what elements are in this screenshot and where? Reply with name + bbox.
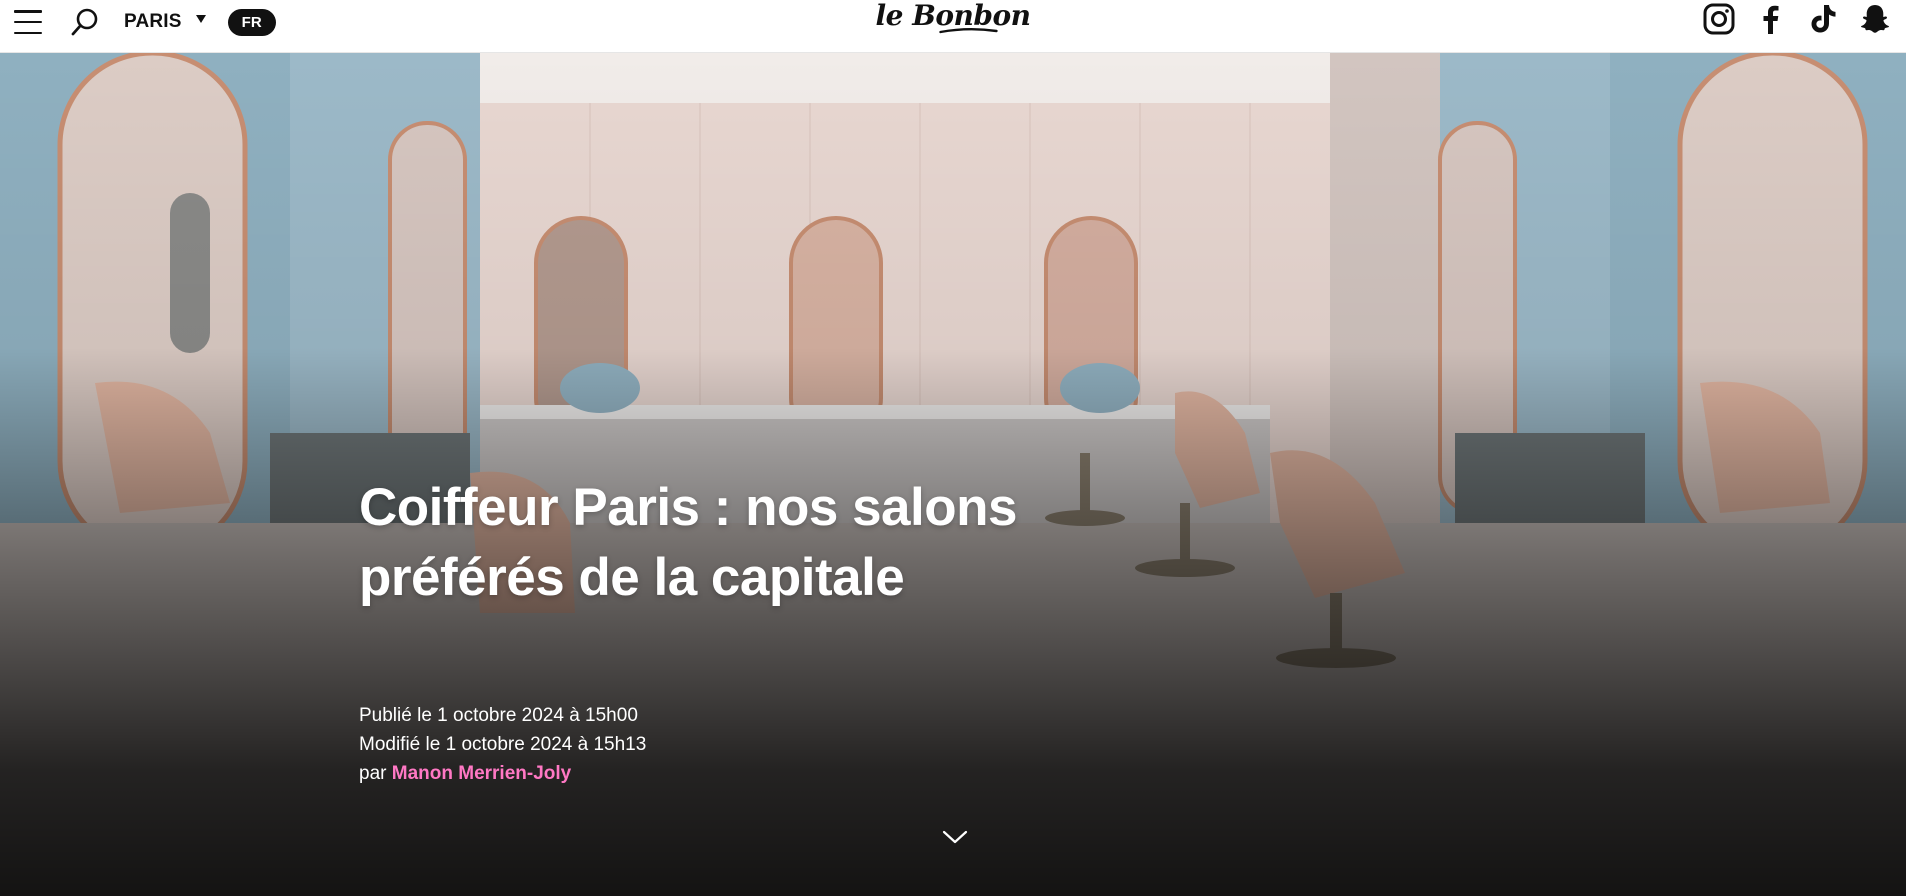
- article-title: Coiffeur Paris : nos salons préférés de …: [359, 473, 1119, 613]
- article-meta: Publié le 1 octobre 2024 à 15h00 Modifié…: [359, 701, 1119, 788]
- byline: par Manon Merrien-Joly: [359, 759, 1119, 788]
- social-links: [1684, 0, 1892, 38]
- byline-prefix: par: [359, 763, 387, 784]
- snapchat-icon[interactable]: [1858, 2, 1892, 36]
- chevron-down-icon[interactable]: [941, 828, 969, 846]
- caret-down-icon: [195, 15, 206, 23]
- tiktok-icon[interactable]: [1806, 2, 1840, 36]
- header-left-group: PARIS FR: [14, 0, 276, 44]
- city-label: PARIS: [124, 11, 182, 32]
- city-selector[interactable]: PARIS: [124, 11, 206, 33]
- hamburger-menu-icon[interactable]: [14, 10, 42, 34]
- hero-section: Coiffeur Paris : nos salons préférés de …: [0, 53, 1906, 896]
- facebook-icon[interactable]: [1754, 2, 1788, 36]
- modified-date: Modifié le 1 octobre 2024 à 15h13: [359, 734, 647, 755]
- search-icon[interactable]: [70, 7, 100, 37]
- article-title-line-1: Coiffeur Paris : nos salons: [359, 478, 1017, 537]
- article-header: Coiffeur Paris : nos salons préférés de …: [359, 473, 1119, 788]
- article-title-line-2: préférés de la capitale: [359, 548, 905, 607]
- site-header: PARIS FR le Bonbon: [0, 0, 1906, 53]
- published-date: Publié le 1 octobre 2024 à 15h00: [359, 705, 638, 726]
- instagram-icon[interactable]: [1702, 2, 1736, 36]
- author-link[interactable]: Manon Merrien-Joly: [392, 763, 571, 784]
- logo-underline-swoosh: [938, 28, 998, 34]
- site-logo[interactable]: le Bonbon: [875, 0, 1031, 40]
- language-badge[interactable]: FR: [227, 8, 276, 36]
